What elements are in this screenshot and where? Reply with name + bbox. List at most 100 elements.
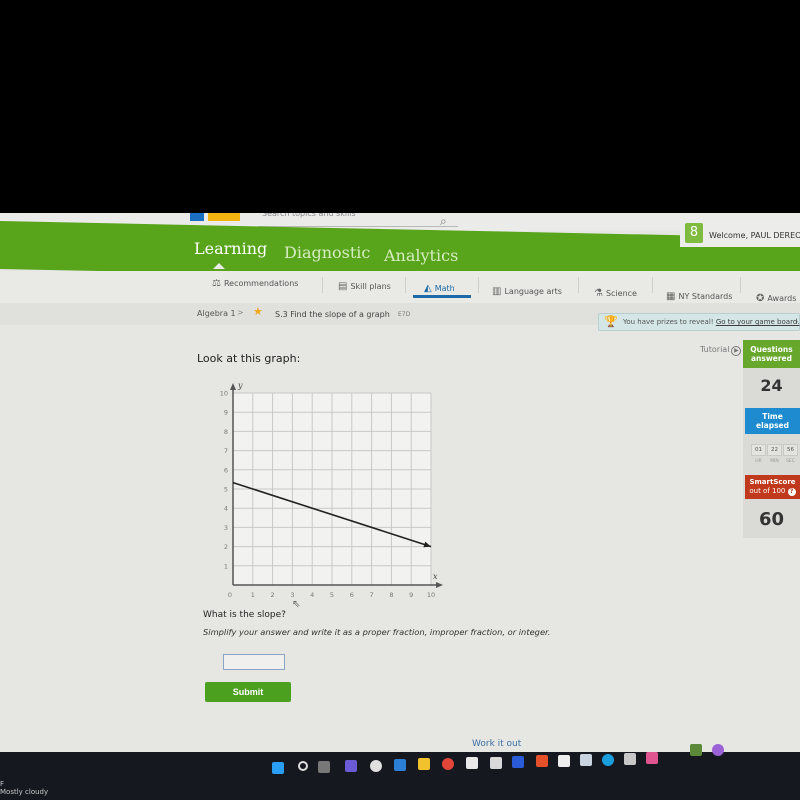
office-icon[interactable] (536, 755, 548, 767)
subject-label: Awards (767, 294, 797, 303)
divider (478, 277, 479, 293)
divider (578, 277, 579, 293)
time-minutes-unit: MIN (770, 459, 779, 464)
smartscore-value: 60 (758, 509, 785, 530)
math-icon: ◭ (424, 283, 432, 294)
x-tick-label: 9 (409, 591, 413, 599)
star-icon[interactable]: ★ (253, 305, 263, 318)
subject-label: Math (434, 284, 455, 293)
y-tick-label: 2 (224, 543, 228, 551)
smartscore-title: SmartScore (749, 478, 796, 486)
subject-label: NY Standards (678, 292, 733, 301)
active-subject-indicator (413, 295, 471, 298)
x-tick-label: 2 (271, 591, 275, 599)
x-tick-label: 5 (330, 591, 334, 599)
tab-analytics[interactable]: Analytics (384, 246, 458, 265)
subject-ny-standards[interactable]: ▦ NY Standards (666, 291, 732, 302)
app-v-icon[interactable] (512, 756, 524, 768)
y-tick-label: 9 (224, 409, 228, 417)
photos-icon[interactable] (580, 754, 592, 766)
welcome-text[interactable]: Welcome, PAUL DEREON (709, 231, 800, 240)
divider (740, 277, 741, 293)
science-icon: ⚗ (594, 288, 603, 299)
help-icon[interactable]: ? (787, 488, 796, 496)
weather-widget[interactable]: F Mostly cloudy (0, 780, 48, 796)
dropbox-icon[interactable] (466, 757, 478, 769)
work-it-out-link[interactable]: Work it out (472, 739, 521, 749)
ixl-page: Search topics and skills ⌕ Learning Diag… (0, 213, 800, 758)
time-seconds: 56 (783, 444, 798, 456)
tutorial-label: Tutorial (700, 345, 730, 354)
search-icon[interactable]: ⌕ (440, 214, 447, 229)
stats-panel: Questions answered 24 Time elapsed 01 22… (743, 340, 800, 538)
divider (405, 277, 406, 293)
subject-science[interactable]: ⚗ Science (594, 288, 637, 299)
subject-math[interactable]: ◭ Math (424, 283, 455, 294)
discord-app-icon[interactable] (712, 744, 724, 756)
tutorial-link[interactable]: Tutorial ▶ (700, 345, 742, 356)
submit-button[interactable]: Submit (205, 682, 291, 702)
breadcrumb-skill: S.3 Find the slope of a graph (275, 310, 390, 319)
subject-skill-plans[interactable]: ▤ Skill plans (338, 281, 391, 292)
y-tick-label: 1 (224, 562, 228, 570)
edge-icon[interactable] (602, 754, 614, 766)
subject-label: Skill plans (350, 282, 391, 291)
prize-arrow-icon[interactable]: › (795, 317, 798, 326)
instagram-icon[interactable] (646, 752, 658, 764)
x-tick-label: 6 (350, 591, 354, 599)
ixl-logo[interactable] (190, 213, 245, 223)
breadcrumb-course[interactable]: Algebra 1 (197, 309, 236, 318)
question-prompt: What is the slope? (203, 610, 286, 620)
search-input[interactable]: Search topics and skills (258, 213, 458, 227)
recommendations-icon: ⚖ (212, 278, 221, 289)
x-tick-label: 7 (370, 591, 374, 599)
tab-diagnostic[interactable]: Diagnostic (284, 243, 370, 262)
task-view-icon[interactable] (318, 761, 330, 773)
subject-recommendations[interactable]: ⚖ Recommendations (212, 278, 298, 289)
y-tick-label: 7 (224, 447, 228, 455)
time-hours-unit: HR (755, 459, 762, 464)
search-placeholder: Search topics and skills (262, 213, 356, 218)
smartscore-subtitle: out of 100 (749, 487, 786, 495)
roblox-icon[interactable] (624, 753, 636, 765)
slope-graph: x y 0 1 2 3 4 5 6 7 8 9 10 1 2 3 4 5 6 7 8 9 10 (220, 381, 443, 599)
time-hours: 01 (751, 444, 766, 456)
x-tick-label: 0 (228, 591, 232, 599)
questions-answered-value: 24 (760, 376, 783, 395)
prize-text: You have prizes to reveal! Go to your ga… (623, 318, 800, 326)
store-icon[interactable] (490, 757, 502, 769)
prize-banner: 🏆 You have prizes to reveal! Go to your … (598, 313, 800, 331)
time-seconds-unit: SEC (786, 459, 795, 464)
answer-input[interactable] (223, 654, 285, 670)
x-tick-label: 8 (389, 591, 393, 599)
minecraft-icon[interactable] (690, 744, 702, 756)
document-icon[interactable] (558, 755, 570, 767)
trophy-icon: 🏆 (604, 315, 618, 328)
tab-learning[interactable]: Learning (194, 239, 267, 258)
subject-language-arts[interactable]: ▥ Language arts (492, 286, 562, 297)
windows-start-icon[interactable] (272, 762, 284, 774)
mail-icon[interactable] (394, 759, 406, 771)
weather-temp: F (0, 780, 5, 788)
app-circle-icon[interactable] (370, 760, 382, 772)
x-tick-label: 1 (251, 591, 255, 599)
subject-label: Language arts (504, 287, 562, 296)
y-tick-label: 6 (224, 466, 228, 474)
chrome-icon[interactable] (442, 758, 454, 770)
subject-label: Recommendations (223, 279, 299, 288)
mouse-cursor-icon: ⇖ (292, 599, 301, 610)
y-tick-label: 3 (224, 524, 228, 532)
time-elapsed-label: Time elapsed (745, 408, 800, 434)
question-intro: Look at this graph: (197, 352, 301, 365)
user-avatar-icon[interactable]: 8 (685, 223, 703, 243)
game-board-link[interactable]: Go to your game board. (716, 318, 800, 326)
x-tick-label: 4 (310, 591, 314, 599)
subject-label: Science (605, 289, 637, 298)
question-instructions: Simplify your answer and write it as a p… (203, 627, 551, 637)
file-explorer-icon[interactable] (418, 758, 430, 770)
prize-message: You have prizes to reveal! (623, 318, 714, 326)
search-icon[interactable] (298, 761, 308, 771)
skill-plans-icon: ▤ (338, 281, 348, 292)
play-icon: ▶ (731, 346, 742, 356)
teams-chat-icon[interactable] (345, 760, 357, 772)
